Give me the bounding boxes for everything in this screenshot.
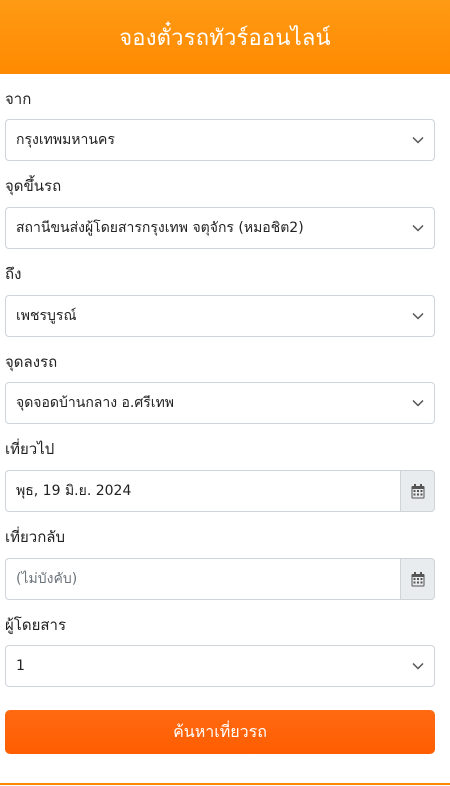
from-value: กรุงเทพมหานคร (16, 132, 115, 148)
calendar-icon (411, 483, 424, 498)
from-label: จาก (5, 90, 32, 108)
return-date-input[interactable]: (ไม่บังคับ) (5, 558, 400, 600)
calendar-icon (411, 571, 424, 586)
depart-date-input[interactable]: พุธ, 19 มิ.ย. 2024 (5, 470, 400, 512)
bottom-divider (0, 783, 450, 785)
chevron-down-icon (412, 312, 424, 320)
return-date-placeholder: (ไม่บังคับ) (16, 571, 78, 587)
chevron-down-icon (412, 224, 424, 232)
chevron-down-icon (412, 662, 424, 670)
passengers-select[interactable]: 1 (5, 645, 435, 687)
depart-calendar-button[interactable] (400, 470, 435, 512)
pickup-value: สถานีขนส่งผู้โดยสารกรุงเทพ จตุจักร (หมอช… (16, 220, 304, 236)
return-label: เที่ยวกลับ (5, 528, 66, 546)
search-button[interactable]: ค้นหาเที่ยวรถ (5, 710, 435, 754)
dropoff-select[interactable]: จุดจอดบ้านกลาง อ.ศรีเทพ (5, 382, 435, 424)
return-date-group: (ไม่บังคับ) (5, 558, 435, 600)
return-calendar-button[interactable] (400, 558, 435, 600)
pickup-label: จุดขึ้นรถ (5, 177, 62, 195)
to-value: เพชรบูรณ์ (16, 308, 77, 324)
pickup-select[interactable]: สถานีขนส่งผู้โดยสารกรุงเทพ จตุจักร (หมอช… (5, 207, 435, 249)
chevron-down-icon (412, 136, 424, 144)
to-select[interactable]: เพชรบูรณ์ (5, 295, 435, 337)
depart-label: เที่ยวไป (5, 440, 55, 458)
depart-date-value: พุธ, 19 มิ.ย. 2024 (16, 483, 132, 499)
chevron-down-icon (412, 399, 424, 407)
passengers-label: ผู้โดยสาร (5, 616, 67, 634)
dropoff-label: จุดลงรถ (5, 353, 58, 371)
booking-form: จาก กรุงเทพมหานคร จุดขึ้นรถ สถานีขนส่งผู… (0, 89, 450, 754)
dropoff-value: จุดจอดบ้านกลาง อ.ศรีเทพ (16, 395, 175, 411)
from-select[interactable]: กรุงเทพมหานคร (5, 119, 435, 161)
page-title: จองตั๋วรถทัวร์ออนไลน์ (119, 25, 331, 51)
to-label: ถึง (5, 265, 22, 283)
header-bar: จองตั๋วรถทัวร์ออนไลน์ (0, 0, 450, 74)
passengers-value: 1 (16, 658, 25, 674)
depart-date-group: พุธ, 19 มิ.ย. 2024 (5, 470, 435, 512)
